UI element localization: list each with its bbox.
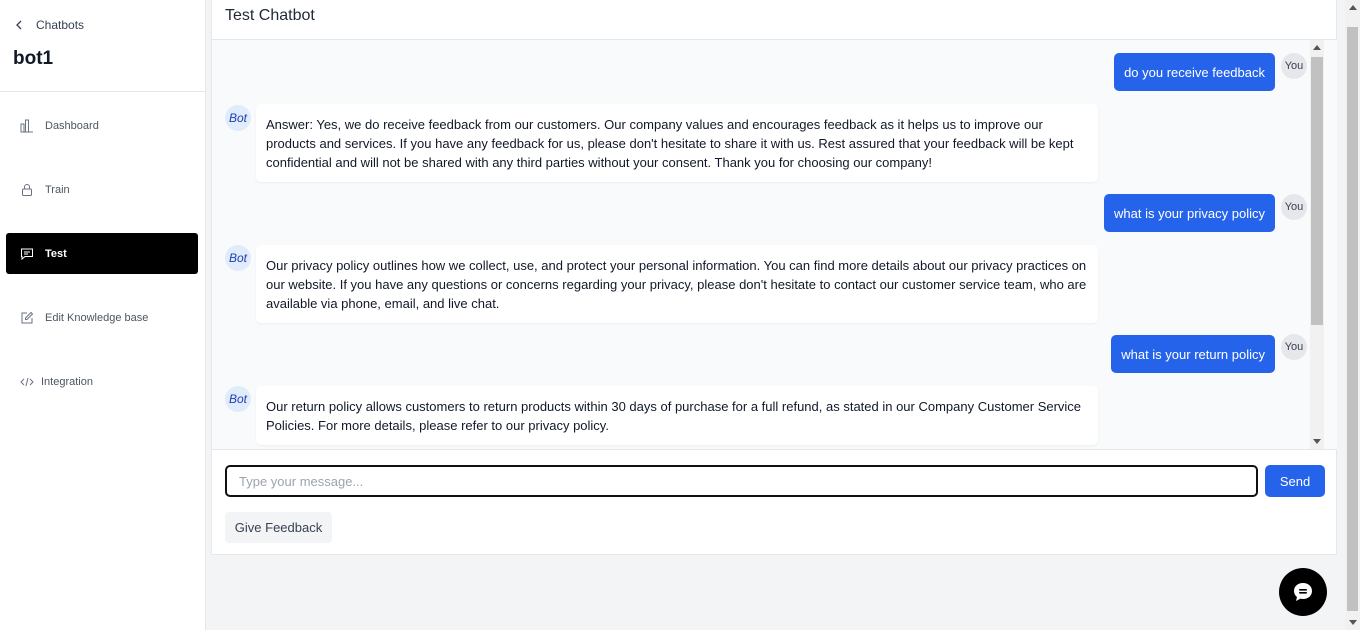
page-scrollbar[interactable] [1345, 0, 1360, 630]
sidebar-item-label: Dashboard [45, 119, 99, 132]
chat-history[interactable]: do you receive feedback You Bot Answer: … [212, 40, 1337, 450]
message-square-icon [21, 248, 33, 260]
sidebar-item-train[interactable]: Train [6, 169, 198, 210]
give-feedback-button[interactable]: Give Feedback [225, 512, 332, 543]
page-title: Test Chatbot [225, 7, 315, 24]
user-avatar: You [1281, 334, 1307, 360]
sidebar-item-dashboard[interactable]: Dashboard [6, 105, 198, 146]
chat-panel: Test Chatbot do you receive feedback You… [211, 0, 1337, 555]
chat-scrollbar[interactable] [1310, 40, 1324, 449]
code-icon [20, 377, 34, 386]
send-button[interactable]: Send [1265, 465, 1325, 497]
sidebar-item-label: Edit Knowledge base [45, 311, 149, 324]
user-message: what is your return policy [1111, 335, 1275, 373]
panel-header: Test Chatbot [212, 0, 1337, 40]
sidebar-item-label: Train [45, 183, 70, 196]
bot-avatar: Bot [225, 386, 251, 412]
edit-icon [21, 311, 34, 323]
user-avatar: You [1281, 194, 1307, 220]
bot-avatar: Bot [225, 105, 251, 131]
sidebar: Chatbots bot1 Dashboard Train Test Edit … [0, 0, 206, 630]
back-to-chatbots-link[interactable]: Chatbots [14, 16, 84, 34]
scroll-up-arrow-icon[interactable] [1349, 5, 1357, 10]
sidebar-item-test[interactable]: Test [6, 233, 198, 274]
scrollbar-thumb[interactable] [1311, 57, 1323, 325]
user-message: what is your privacy policy [1104, 194, 1275, 232]
bot-avatar: Bot [225, 245, 251, 271]
chat-widget-button[interactable] [1279, 568, 1327, 616]
sidebar-item-label: Integration [41, 375, 93, 388]
sidebar-item-edit-knowledge-base[interactable]: Edit Knowledge base [6, 297, 198, 338]
back-label: Chatbots [36, 18, 85, 32]
chat-bubble-icon [1294, 583, 1312, 601]
bot-message: Our return policy allows customers to re… [256, 386, 1098, 445]
scrollbar-thumb[interactable] [1347, 27, 1358, 611]
user-message: do you receive feedback [1114, 53, 1275, 91]
bot-message: Answer: Yes, we do receive feedback from… [256, 104, 1098, 182]
sidebar-item-label: Test [45, 247, 67, 260]
scroll-up-arrow-icon[interactable] [1313, 45, 1321, 50]
message-input[interactable] [225, 465, 1258, 497]
sidebar-item-integration[interactable]: Integration [6, 361, 198, 402]
chevron-left-icon [16, 20, 22, 30]
bot-name: bot1 [13, 48, 54, 69]
scroll-down-arrow-icon[interactable] [1313, 439, 1321, 444]
bar-chart-icon [20, 119, 33, 132]
lock-icon [22, 183, 32, 196]
user-avatar: You [1281, 53, 1307, 79]
bot-message: Our privacy policy outlines how we colle… [256, 245, 1098, 323]
sidebar-divider [0, 91, 205, 92]
scroll-down-arrow-icon[interactable] [1349, 620, 1357, 625]
